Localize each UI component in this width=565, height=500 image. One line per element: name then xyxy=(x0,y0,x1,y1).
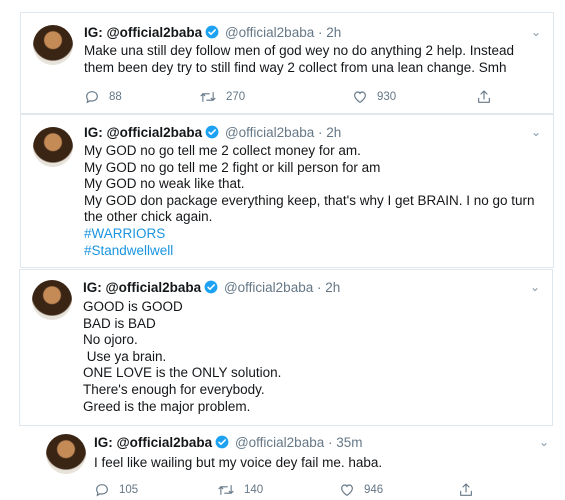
tweet-text-line: I feel like wailing but my voice dey fai… xyxy=(94,455,383,470)
tweet-1[interactable]: IG: @official2baba @official2baba · 2h ⌄… xyxy=(20,12,554,114)
verified-badge-icon xyxy=(204,280,218,294)
tweet-2[interactable]: IG: @official2baba @official2baba · 2h ⌄… xyxy=(20,114,554,268)
display-name[interactable]: IG: @official2baba xyxy=(84,25,202,40)
chevron-down-icon[interactable]: ⌄ xyxy=(531,125,541,139)
tweet-text-line: Make una still dey follow men of god wey… xyxy=(84,43,515,58)
tweet-text-line: My GOD no go tell me 2 collect money for… xyxy=(84,143,361,158)
tweet-4[interactable]: IG: @official2baba @official2baba · 35m … xyxy=(36,426,556,497)
tweet-text-line: BAD is BAD xyxy=(83,315,156,331)
tweet-header: IG: @official2baba @official2baba · 2h xyxy=(84,125,341,141)
tweet-text-line: No ojoro. xyxy=(83,332,138,348)
tweet-text-line: Use ya brain. xyxy=(83,348,167,364)
handle-and-time[interactable]: @official2baba · 2h xyxy=(224,280,340,295)
handle-and-time[interactable]: @official2baba · 2h xyxy=(225,25,341,40)
reply-icon xyxy=(86,91,98,104)
like-count: 930 xyxy=(377,91,397,103)
avatar[interactable] xyxy=(32,280,72,320)
like-button[interactable]: 946 xyxy=(339,482,383,498)
tweet-text-line: There's enough for everybody. xyxy=(83,381,265,397)
retweet-count: 140 xyxy=(244,484,264,496)
avatar[interactable] xyxy=(33,127,73,167)
hashtag-link[interactable]: #Standwellwell xyxy=(84,243,535,260)
tweet-header: IG: @official2baba @official2baba · 2h xyxy=(84,25,341,41)
tweet-text-line: Greed is the major problem. xyxy=(83,398,251,414)
tweet-text-line: GOOD is GOOD xyxy=(83,299,183,314)
tweet-text: My GOD no go tell me 2 collect money for… xyxy=(84,143,535,259)
tweet-text: Make una still dey follow men of god wey… xyxy=(84,43,514,76)
display-name[interactable]: IG: @official2baba xyxy=(84,125,202,140)
display-name[interactable]: IG: @official2baba xyxy=(83,280,201,295)
tweet-header: IG: @official2baba @official2baba · 2h xyxy=(83,280,340,296)
share-button[interactable] xyxy=(458,482,474,498)
tweet-actions: 105 140 946 xyxy=(94,482,544,500)
tweet-3[interactable]: IG: @official2baba @official2baba · 2h ⌄… xyxy=(19,269,553,426)
avatar[interactable] xyxy=(46,434,86,474)
share-button[interactable] xyxy=(476,89,492,105)
tweet-header: IG: @official2baba @official2baba · 35m xyxy=(94,435,362,451)
retweet-button[interactable]: 140 xyxy=(217,482,263,498)
reply-count: 88 xyxy=(109,91,122,103)
verified-badge-icon xyxy=(205,125,219,139)
chevron-down-icon[interactable]: ⌄ xyxy=(531,25,541,39)
chevron-down-icon[interactable]: ⌄ xyxy=(530,280,540,294)
reply-icon xyxy=(96,484,108,497)
reply-count: 105 xyxy=(119,484,139,496)
retweet-count: 270 xyxy=(226,91,246,103)
tweet-text: GOOD is GOOD BAD is BAD No ojoro. Use ya… xyxy=(83,299,281,415)
heart-icon xyxy=(341,484,353,497)
tweet-actions: 88 270 930 xyxy=(84,89,544,107)
retweet-icon xyxy=(218,484,234,496)
heart-icon xyxy=(354,91,366,104)
tweet-text-line: My GOD no go tell me 2 fight or kill per… xyxy=(84,159,381,175)
avatar[interactable] xyxy=(33,25,73,65)
like-count: 946 xyxy=(364,484,384,496)
verified-badge-icon xyxy=(205,25,219,39)
tweet-text-line: My GOD no weak like that. xyxy=(84,176,245,192)
chevron-down-icon[interactable]: ⌄ xyxy=(539,435,549,449)
display-name[interactable]: IG: @official2baba xyxy=(94,435,212,450)
hashtag-link[interactable]: #WARRIORS xyxy=(84,226,535,243)
like-button[interactable]: 930 xyxy=(352,89,396,105)
share-icon xyxy=(478,90,490,103)
reply-button[interactable]: 88 xyxy=(84,89,122,105)
verified-badge-icon xyxy=(215,435,229,449)
share-icon xyxy=(460,483,472,496)
tweet-text-line: them been dey try to still find way 2 co… xyxy=(84,59,507,75)
tweet-text: I feel like wailing but my voice dey fai… xyxy=(94,455,382,472)
tweet-text-line: My GOD don package everything keep, that… xyxy=(84,192,535,208)
tweet-text-line: ONE LOVE is the ONLY solution. xyxy=(83,365,282,381)
tweet-text-line: the other chick again. xyxy=(84,209,213,225)
handle-and-time[interactable]: @official2baba · 35m xyxy=(235,435,363,450)
handle-and-time[interactable]: @official2baba · 2h xyxy=(225,125,341,140)
retweet-icon xyxy=(200,91,216,103)
reply-button[interactable]: 105 xyxy=(94,482,138,498)
retweet-button[interactable]: 270 xyxy=(199,89,245,105)
